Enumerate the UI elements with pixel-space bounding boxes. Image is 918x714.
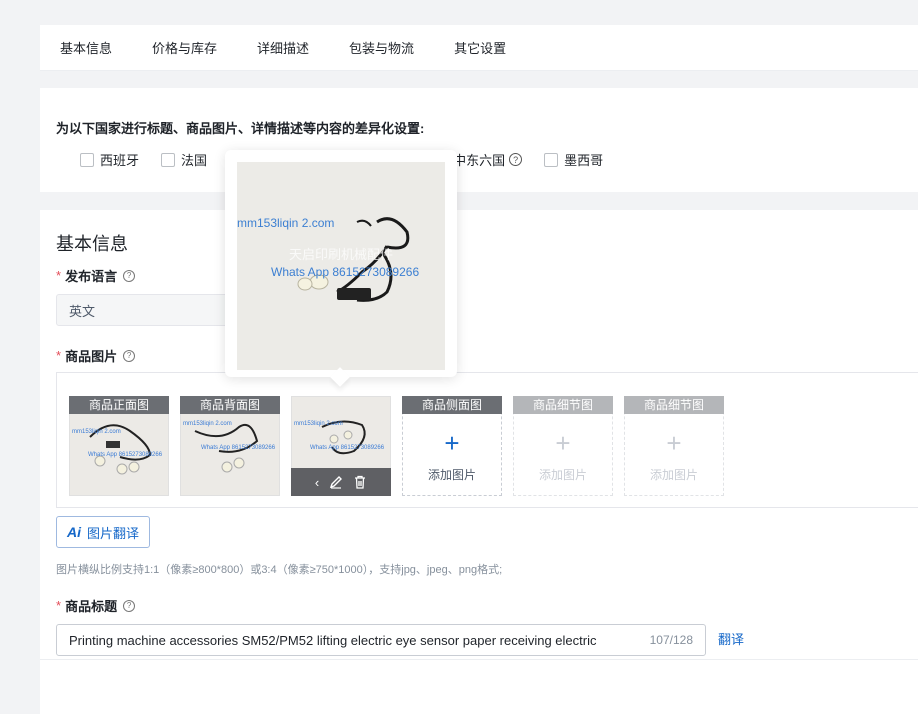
plus-icon: +: [555, 428, 571, 458]
watermark-text: mm153liqin 2.com: [237, 216, 335, 230]
country-checkbox-spain[interactable]: 西班牙: [80, 150, 139, 169]
tab-basic-info[interactable]: 基本信息: [60, 38, 112, 57]
watermark-text: mm153liqin 2.com: [72, 429, 121, 435]
help-icon[interactable]: ?: [509, 153, 523, 166]
images-label-text: 商品图片: [65, 349, 118, 364]
checkbox-box[interactable]: [80, 152, 94, 167]
country-settings-card: 为以下国家进行标题、商品图片、详情描述等内容的差异化设置: 西班牙 法国 英国 …: [40, 88, 918, 192]
edit-icon[interactable]: [329, 475, 343, 489]
watermark-text: mm153liqin 2.com: [294, 421, 343, 427]
watermark-text: Whats App 8615273089266: [88, 452, 163, 458]
add-image-label: 添加图片: [427, 468, 476, 482]
title-value[interactable]: Printing machine accessories SM52/PM52 l…: [69, 633, 638, 648]
help-icon[interactable]: ?: [123, 269, 136, 282]
watermark-text: Whats App 8615273089266: [271, 265, 420, 279]
divider: [40, 659, 918, 660]
slot-caption: 商品细节图: [624, 396, 724, 414]
country-settings-title: 为以下国家进行标题、商品图片、详情描述等内容的差异化设置:: [56, 121, 425, 136]
add-image-label: 添加图片: [538, 468, 587, 482]
slot-caption: 商品侧面图: [402, 396, 502, 414]
product-image-area: mm153liqin 2.com Whats App 8615273089266…: [56, 372, 918, 508]
country-checkbox-france[interactable]: 法国: [161, 150, 207, 169]
watermark-text: mm153liqin 2.com: [183, 421, 232, 427]
ai-translate-label: 图片翻译: [86, 525, 139, 541]
image-preview-popover: mm153liqin 2.com 天启印刷机械配件 Whats App 8615…: [225, 150, 457, 387]
tab-other-settings[interactable]: 其它设置: [454, 38, 506, 57]
checkbox-box[interactable]: [544, 152, 559, 167]
images-label: * 商品图片 ?: [56, 346, 136, 365]
image-toolbar: ‹: [291, 468, 391, 496]
required-mark: *: [56, 598, 62, 613]
country-label: 法国: [181, 153, 208, 168]
help-icon[interactable]: ?: [123, 599, 136, 612]
image-slot-third[interactable]: mm153liqin 2.com Whats App 8615273089266…: [291, 396, 391, 496]
ai-image-translate-button[interactable]: Ai 图片翻译: [56, 516, 150, 548]
ai-icon: Ai: [66, 524, 81, 540]
slot-caption: 商品背面图: [180, 396, 280, 414]
tab-detail-desc[interactable]: 详细描述: [257, 38, 309, 57]
required-mark: *: [56, 268, 62, 283]
image-slot-detail-2: 商品细节图 + 添加图片: [624, 396, 724, 496]
image-slot-side[interactable]: 商品侧面图 + 添加图片: [402, 396, 502, 496]
add-image-label: 添加图片: [649, 468, 698, 482]
title-label-text: 商品标题: [65, 599, 118, 614]
help-icon[interactable]: ?: [123, 349, 136, 362]
country-label: 墨西哥: [564, 153, 604, 168]
plus-icon: +: [666, 428, 682, 458]
tab-packaging[interactable]: 包装与物流: [349, 38, 414, 57]
image-slot-front[interactable]: mm153liqin 2.com Whats App 8615273089266…: [69, 396, 169, 496]
char-counter: 107/128: [649, 633, 693, 647]
preview-image: mm153liqin 2.com 天启印刷机械配件 Whats App 8615…: [237, 162, 445, 370]
section-title: 基本信息: [56, 234, 128, 254]
watermark-text: Whats App 8615273089266: [310, 445, 385, 451]
top-tabs: 基本信息 价格与库存 详细描述 包装与物流 其它设置: [40, 25, 918, 71]
slot-caption: 商品细节图: [513, 396, 613, 414]
move-left-icon[interactable]: ‹: [315, 475, 319, 490]
watermark-text: 天启印刷机械配件: [289, 247, 394, 262]
language-label: * 发布语言 ?: [56, 266, 136, 285]
title-label: * 商品标题 ?: [56, 596, 136, 615]
country-checkbox-mexico[interactable]: 墨西哥: [544, 150, 603, 169]
image-slot-back[interactable]: mm153liqin 2.com Whats App 8615273089266…: [180, 396, 280, 496]
translate-link[interactable]: 翻译: [718, 629, 744, 648]
slot-caption: 商品正面图: [69, 396, 169, 414]
tab-price-stock[interactable]: 价格与库存: [152, 38, 217, 57]
required-mark: *: [56, 348, 62, 363]
image-hint: 图片横纵比例支持1:1（像素≥800*800）或3:4（像素≥750*1000）…: [56, 564, 503, 576]
country-label: 中东六国: [453, 153, 506, 168]
watermark-text: Whats App 8615273089266: [201, 445, 276, 451]
country-label: 西班牙: [100, 153, 140, 168]
delete-icon[interactable]: [353, 475, 367, 489]
plus-icon[interactable]: +: [402, 430, 502, 456]
product-title-input[interactable]: Printing machine accessories SM52/PM52 l…: [56, 624, 706, 656]
language-label-text: 发布语言: [65, 269, 118, 284]
image-slot-detail-1: 商品细节图 + 添加图片: [513, 396, 613, 496]
basic-info-card: 基本信息 * 发布语言 ? 英文 * 商品图片 ? mm153liqin 2.c…: [40, 210, 918, 714]
checkbox-box[interactable]: [161, 152, 176, 167]
